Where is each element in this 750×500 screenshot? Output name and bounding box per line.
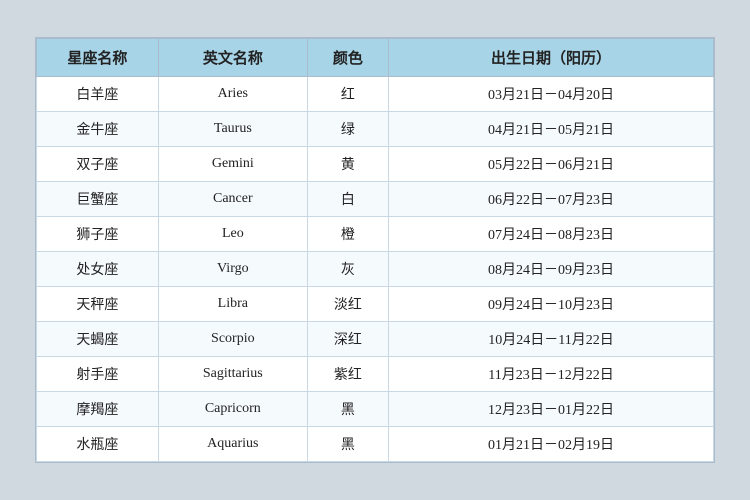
cell-date: 09月24日－10月23日 (389, 287, 714, 322)
cell-date: 06月22日－07月23日 (389, 182, 714, 217)
header-color: 颜色 (307, 39, 388, 77)
cell-date: 03月21日－04月20日 (389, 77, 714, 112)
cell-date: 10月24日－11月22日 (389, 322, 714, 357)
cell-chinese: 天蝎座 (37, 322, 159, 357)
cell-english: Capricorn (158, 392, 307, 427)
header-date: 出生日期（阳历） (389, 39, 714, 77)
cell-english: Libra (158, 287, 307, 322)
cell-date: 01月21日－02月19日 (389, 427, 714, 462)
table-row: 金牛座Taurus绿04月21日－05月21日 (37, 112, 714, 147)
table-row: 狮子座Leo橙07月24日－08月23日 (37, 217, 714, 252)
cell-chinese: 天秤座 (37, 287, 159, 322)
cell-chinese: 双子座 (37, 147, 159, 182)
cell-english: Sagittarius (158, 357, 307, 392)
cell-chinese: 射手座 (37, 357, 159, 392)
cell-color: 白 (307, 182, 388, 217)
table-row: 巨蟹座Cancer白06月22日－07月23日 (37, 182, 714, 217)
cell-english: Aquarius (158, 427, 307, 462)
cell-date: 07月24日－08月23日 (389, 217, 714, 252)
cell-chinese: 白羊座 (37, 77, 159, 112)
table-row: 白羊座Aries红03月21日－04月20日 (37, 77, 714, 112)
cell-english: Virgo (158, 252, 307, 287)
cell-chinese: 狮子座 (37, 217, 159, 252)
cell-date: 05月22日－06月21日 (389, 147, 714, 182)
cell-color: 黑 (307, 427, 388, 462)
cell-english: Cancer (158, 182, 307, 217)
table-row: 天蝎座Scorpio深红10月24日－11月22日 (37, 322, 714, 357)
cell-english: Scorpio (158, 322, 307, 357)
zodiac-table: 星座名称 英文名称 颜色 出生日期（阳历） 白羊座Aries红03月21日－04… (36, 38, 714, 462)
cell-color: 紫红 (307, 357, 388, 392)
table-header-row: 星座名称 英文名称 颜色 出生日期（阳历） (37, 39, 714, 77)
table-row: 水瓶座Aquarius黑01月21日－02月19日 (37, 427, 714, 462)
cell-color: 深红 (307, 322, 388, 357)
header-english: 英文名称 (158, 39, 307, 77)
cell-color: 绿 (307, 112, 388, 147)
cell-color: 橙 (307, 217, 388, 252)
cell-english: Taurus (158, 112, 307, 147)
cell-chinese: 摩羯座 (37, 392, 159, 427)
table-row: 处女座Virgo灰08月24日－09月23日 (37, 252, 714, 287)
cell-date: 11月23日－12月22日 (389, 357, 714, 392)
cell-english: Gemini (158, 147, 307, 182)
cell-date: 04月21日－05月21日 (389, 112, 714, 147)
cell-color: 红 (307, 77, 388, 112)
cell-chinese: 处女座 (37, 252, 159, 287)
cell-color: 黄 (307, 147, 388, 182)
cell-color: 淡红 (307, 287, 388, 322)
cell-date: 12月23日－01月22日 (389, 392, 714, 427)
header-chinese: 星座名称 (37, 39, 159, 77)
zodiac-table-container: 星座名称 英文名称 颜色 出生日期（阳历） 白羊座Aries红03月21日－04… (35, 37, 715, 463)
table-row: 双子座Gemini黄05月22日－06月21日 (37, 147, 714, 182)
table-row: 天秤座Libra淡红09月24日－10月23日 (37, 287, 714, 322)
cell-chinese: 巨蟹座 (37, 182, 159, 217)
cell-color: 黑 (307, 392, 388, 427)
cell-english: Aries (158, 77, 307, 112)
table-row: 摩羯座Capricorn黑12月23日－01月22日 (37, 392, 714, 427)
cell-date: 08月24日－09月23日 (389, 252, 714, 287)
cell-english: Leo (158, 217, 307, 252)
cell-chinese: 金牛座 (37, 112, 159, 147)
table-row: 射手座Sagittarius紫红11月23日－12月22日 (37, 357, 714, 392)
cell-color: 灰 (307, 252, 388, 287)
cell-chinese: 水瓶座 (37, 427, 159, 462)
